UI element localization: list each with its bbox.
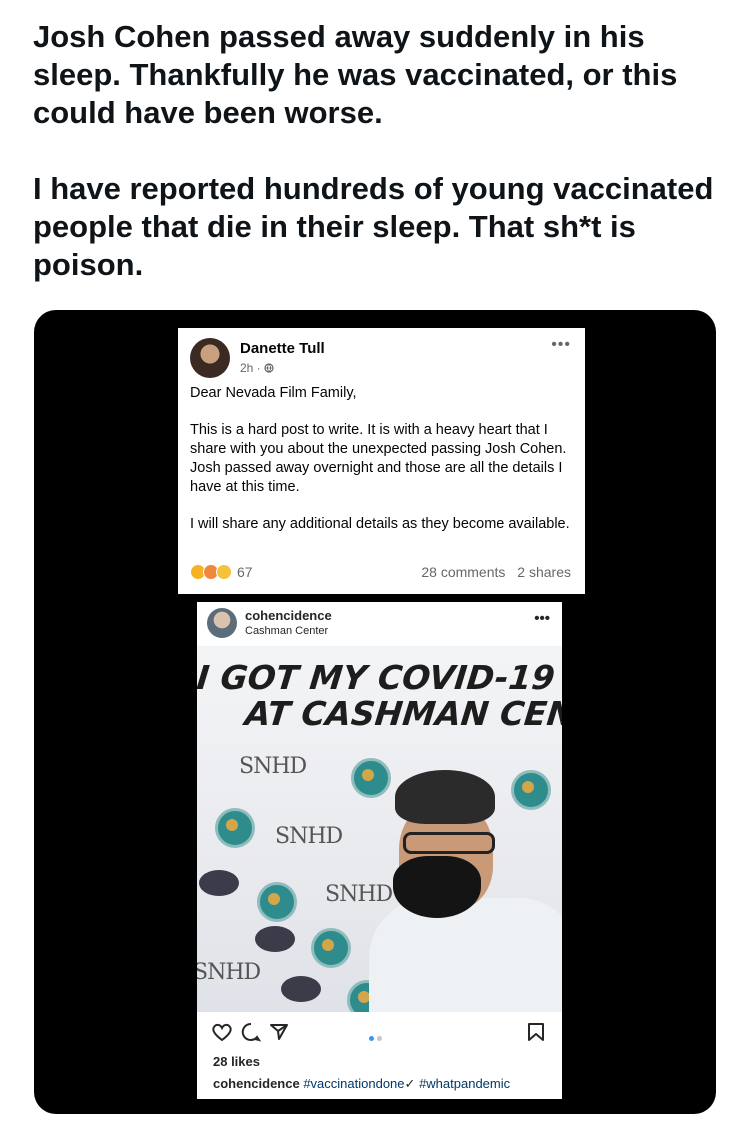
tweet-paragraph-1: Josh Cohen passed away suddenly in his s…: [33, 19, 678, 130]
emergency-management-badge-icon: [199, 870, 239, 896]
heart-icon: [212, 1023, 232, 1042]
instagram-post-screenshot: cohencidence Cashman Center ••• I GOT MY…: [197, 602, 562, 1099]
wow-reaction-icon: [216, 564, 232, 580]
fb-reactions: 67: [190, 564, 253, 580]
facebook-post-screenshot: Danette Tull 2h · ••• Dear Nevada Film F…: [178, 328, 585, 594]
photo-headline: I GOT MY COVID-19 VA AT CASHMAN CENT: [197, 658, 562, 733]
reaction-count: 67: [237, 564, 253, 580]
hashtag-link: #vaccinationdone: [303, 1076, 405, 1091]
avatar: [207, 608, 237, 638]
snhd-logo: SNHD: [239, 754, 307, 779]
fb-paragraph-2: I will share any additional details as t…: [190, 516, 570, 532]
ig-like-count: 28 likes: [213, 1054, 260, 1069]
ig-username: cohencidence: [245, 608, 332, 623]
fb-greeting: Dear Nevada Film Family,: [190, 385, 357, 401]
snhd-logo: SNHD: [197, 960, 261, 985]
comment-icon: [241, 1022, 261, 1042]
share-icon: [270, 1024, 288, 1040]
seal-badge-icon: [311, 928, 351, 968]
fb-post-time: 2h ·: [240, 361, 274, 375]
more-options-icon: •••: [551, 336, 571, 353]
carousel-dot-active: [369, 1036, 374, 1041]
avatar: [190, 338, 230, 378]
check-icon: ✓: [404, 1076, 416, 1091]
ig-location: Cashman Center: [245, 625, 329, 637]
globe-icon: [264, 363, 274, 373]
bookmark-icon: [528, 1023, 544, 1041]
caption-username: cohencidence: [213, 1076, 300, 1091]
tweet-media[interactable]: Danette Tull 2h · ••• Dear Nevada Film F…: [34, 310, 716, 1114]
tweet-text: Josh Cohen passed away suddenly in his s…: [33, 18, 723, 284]
ig-post-photo: I GOT MY COVID-19 VA AT CASHMAN CENT SNH…: [197, 646, 562, 1012]
fb-post-body: Dear Nevada Film Family, This is a hard …: [190, 384, 570, 552]
carousel-dot: [377, 1036, 382, 1041]
emergency-management-badge-icon: [255, 926, 295, 952]
share-count: 2 shares: [517, 564, 571, 580]
more-options-icon: •••: [534, 610, 550, 627]
person-in-mask: [369, 770, 562, 1012]
seal-badge-icon: [215, 808, 255, 848]
comment-count: 28 comments: [421, 564, 506, 580]
snhd-logo: SNHD: [275, 824, 343, 849]
tweet-paragraph-2: I have reported hundreds of young vaccin…: [33, 171, 714, 282]
fb-engagement-stats: 28 comments 2 shares: [421, 564, 571, 580]
carousel-indicator: [369, 1028, 385, 1046]
seal-badge-icon: [257, 882, 297, 922]
fb-author-name: Danette Tull: [240, 340, 325, 357]
fb-paragraph-1: This is a hard post to write. It is with…: [190, 422, 567, 495]
emergency-management-badge-icon: [281, 976, 321, 1002]
hashtag-link: #whatpandemic: [419, 1076, 511, 1091]
ig-caption: cohencidence #vaccinationdone✓ #whatpand…: [213, 1076, 510, 1092]
ig-post-header: cohencidence Cashman Center •••: [197, 602, 562, 646]
